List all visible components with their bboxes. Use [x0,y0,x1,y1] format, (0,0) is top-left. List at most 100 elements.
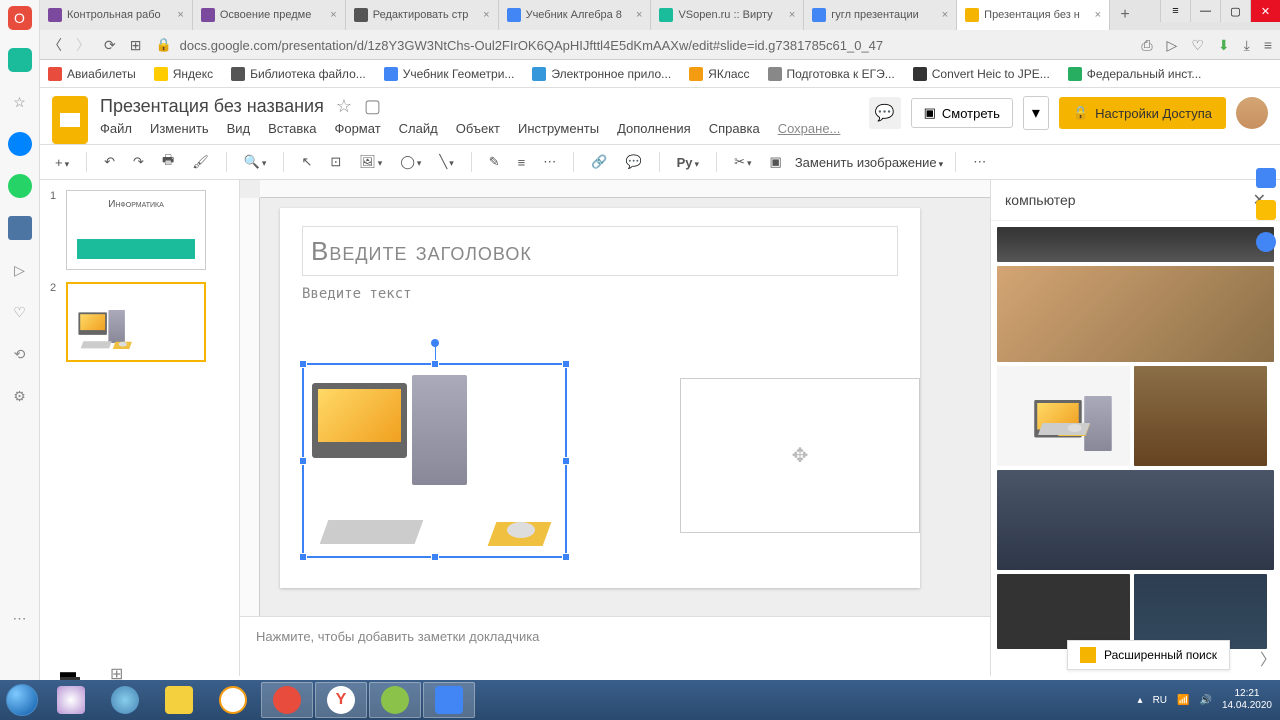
comment-button[interactable]: 💬 [620,150,646,174]
selected-image[interactable] [302,363,567,558]
select-tool[interactable]: ↖ [296,150,317,174]
shape-tool[interactable]: ◯ [395,150,426,174]
browser-tab[interactable]: VSopen.ru :: Вирту× [651,0,804,30]
rotate-handle[interactable] [431,339,439,347]
taskbar-item[interactable] [45,682,97,718]
share-button[interactable]: 🔒 Настройки Доступа [1059,97,1226,129]
line-tool[interactable]: ╲ [434,150,458,174]
crop-button[interactable]: ✂ [729,150,756,174]
network-icon[interactable]: 📶 [1177,695,1189,706]
bookmark-item[interactable]: Авиабилеты [48,67,136,81]
language-indicator[interactable]: RU [1153,695,1167,706]
slides-logo-icon[interactable] [52,96,88,144]
textbox-tool[interactable]: ⊡ [325,150,346,174]
maximize-button[interactable]: ▢ [1220,0,1250,22]
taskbar-item-active[interactable]: Y [315,682,367,718]
volume-icon[interactable]: 🔊 [1199,695,1211,706]
menu-file[interactable]: Файл [100,121,132,136]
whatsapp-icon[interactable] [8,174,32,198]
redo-button[interactable]: ↷ [128,150,149,174]
sidebar-play-icon[interactable]: ▷ [8,258,32,282]
paint-format-button[interactable]: 🖌 [187,150,214,174]
star-icon[interactable]: ☆ [336,96,352,117]
close-icon[interactable]: × [942,9,948,21]
opera-menu-button[interactable]: ≡ [1160,0,1190,22]
advanced-search-button[interactable]: Расширенный поиск [1067,640,1230,670]
menu-help[interactable]: Справка [709,121,760,136]
taskbar-item-active[interactable] [261,682,313,718]
speed-dial-button[interactable]: ⊞ [130,37,142,54]
menu-arrange[interactable]: Объект [456,121,500,136]
tray-arrow-icon[interactable]: ▴ [1138,695,1143,706]
image-tool[interactable]: 🖼 [354,150,387,174]
taskbar-item[interactable] [99,682,151,718]
back-button[interactable]: 〈 [48,35,62,55]
format-options-button[interactable]: Py [672,151,704,174]
menu-addons[interactable]: Дополнения [617,121,691,136]
speaker-notes[interactable]: Нажмите, чтобы добавить заметки докладчи… [240,616,990,676]
heart-icon[interactable]: ♡ [1191,37,1204,54]
close-icon[interactable]: × [636,9,642,21]
present-dropdown[interactable]: ▾ [1023,96,1049,130]
new-tab-button[interactable]: + [1110,0,1140,30]
bookmark-item[interactable]: Учебник Геометри... [384,67,515,81]
reload-button[interactable]: ⟳ [104,37,116,54]
browser-tab[interactable]: Редактировать стр× [346,0,499,30]
menu-edit[interactable]: Изменить [150,121,209,136]
print-button[interactable]: 🖶 [157,147,179,177]
title-placeholder[interactable]: Введите заголовок [302,226,898,276]
image-result[interactable] [997,574,1130,649]
close-icon[interactable]: × [177,9,183,21]
close-window-button[interactable]: ✕ [1250,0,1280,22]
close-icon[interactable]: × [1095,9,1101,21]
undo-button[interactable]: ↶ [99,150,120,174]
bookmark-item[interactable]: Яндекс [154,67,213,81]
save-page-icon[interactable]: ⤓ [1244,37,1250,54]
opera-logo-icon[interactable]: O [8,6,32,30]
sidebar-heart-icon[interactable]: ♡ [8,300,32,324]
explore-search-term[interactable]: компьютер [1005,192,1076,208]
filmstrip-view-button[interactable]: ▬ [60,664,80,680]
image-result[interactable] [1134,366,1267,466]
document-title[interactable]: Презентация без названия [100,96,324,117]
bookmark-item[interactable]: Электронное прило... [532,67,671,81]
border-weight-button[interactable]: ≡ [513,151,531,174]
more-toolbar-button[interactable]: ⋯ [968,150,991,174]
image-result[interactable] [1134,574,1267,649]
comments-button[interactable]: 💬 [869,97,901,129]
close-icon[interactable]: × [330,9,336,21]
url-input[interactable]: 🔒 docs.google.com/presentation/d/1z8Y3GW… [155,37,1127,53]
browser-tab[interactable]: гугл презентации× [804,0,957,30]
menu-format[interactable]: Формат [334,121,380,136]
border-dash-button[interactable]: ⋯ [538,150,561,174]
replace-image-button[interactable]: Заменить изображение [795,155,943,170]
image-result[interactable] [997,266,1274,362]
bookmark-item[interactable]: Библиотека файло... [231,67,366,81]
mask-button[interactable]: ▣ [765,150,787,174]
taskbar-item-active[interactable] [369,682,421,718]
taskbar-item[interactable] [207,682,259,718]
browser-tab[interactable]: Учебник Алгебра 8× [499,0,652,30]
taskbar-item-active[interactable] [423,682,475,718]
slide-thumbnail-selected[interactable] [66,282,206,362]
account-avatar[interactable] [1236,97,1268,129]
sidebar-history-icon[interactable]: ⟲ [8,342,32,366]
menu-tools[interactable]: Инструменты [518,121,599,136]
move-folder-icon[interactable]: ▢ [364,96,381,117]
close-icon[interactable]: × [483,9,489,21]
forward-button[interactable]: 〉 [76,35,90,55]
expand-side-panel-icon[interactable]: 〉 [1260,646,1276,670]
start-button[interactable] [0,680,44,720]
image-placeholder[interactable]: ✥ [680,378,920,533]
bookmark-item[interactable]: ЯКласс [689,67,749,81]
download-icon[interactable]: ⬇ [1218,37,1230,54]
sidebar-settings-icon[interactable]: ⚙ [8,384,32,408]
flow-icon[interactable]: ▷ [1167,37,1178,54]
close-icon[interactable]: × [789,9,795,21]
clock[interactable]: 12:21 14.04.2020 [1222,688,1272,712]
menu-view[interactable]: Вид [227,121,251,136]
menu-slide[interactable]: Слайд [399,121,438,136]
bookmark-item[interactable]: Федеральный инст... [1068,67,1202,81]
text-placeholder[interactable]: Введите текст [302,286,898,302]
vk-icon[interactable] [8,216,32,240]
